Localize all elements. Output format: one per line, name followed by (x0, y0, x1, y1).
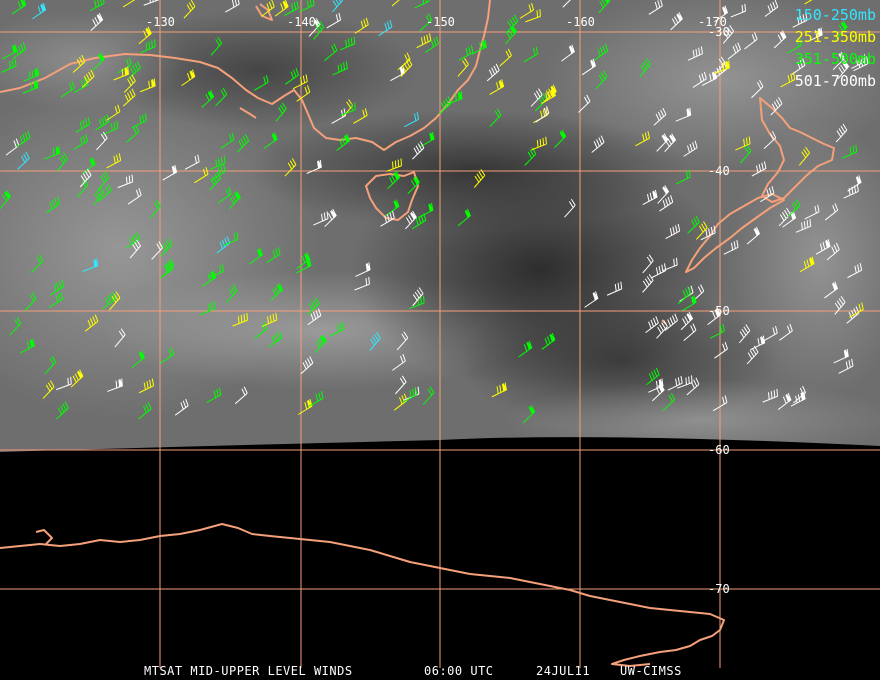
product-title: MTSAT MID-UPPER LEVEL WINDS (144, 664, 353, 678)
legend-501-700mb: 501-700mb (794, 72, 876, 90)
latitude-label-60: -60 (708, 443, 730, 457)
observation-date: 24JUL11 (536, 664, 591, 678)
legend-351-500mb: 351-500mb (794, 50, 876, 68)
latitude-label-50: -50 (708, 304, 730, 318)
satellite-wind-map: -130 -140 -150 -160 -170 -30 -40 -50 -60… (0, 0, 880, 680)
longitude-label-150: -150 (426, 15, 455, 29)
longitude-label-130: -130 (146, 15, 175, 29)
longitude-label-140: -140 (287, 15, 316, 29)
latitude-label-40: -40 (708, 164, 730, 178)
antarctica-coast (0, 523, 725, 667)
credit: UW-CIMSS (620, 664, 682, 678)
legend-251-350mb: 251-350mb (794, 28, 876, 46)
legend-150-250mb: 150-250mb (794, 6, 876, 24)
satellite-imagery (0, 0, 880, 668)
latitude-label-30: -30 (708, 25, 730, 39)
observation-time: 06:00 UTC (424, 664, 494, 678)
image-footer: MTSAT MID-UPPER LEVEL WINDS 06:00 UTC 24… (0, 664, 880, 678)
latitude-label-70: -70 (708, 582, 730, 596)
longitude-label-160: -160 (566, 15, 595, 29)
pressure-level-legend: 150-250mb 251-350mb 351-500mb 501-700mb (795, 4, 876, 92)
